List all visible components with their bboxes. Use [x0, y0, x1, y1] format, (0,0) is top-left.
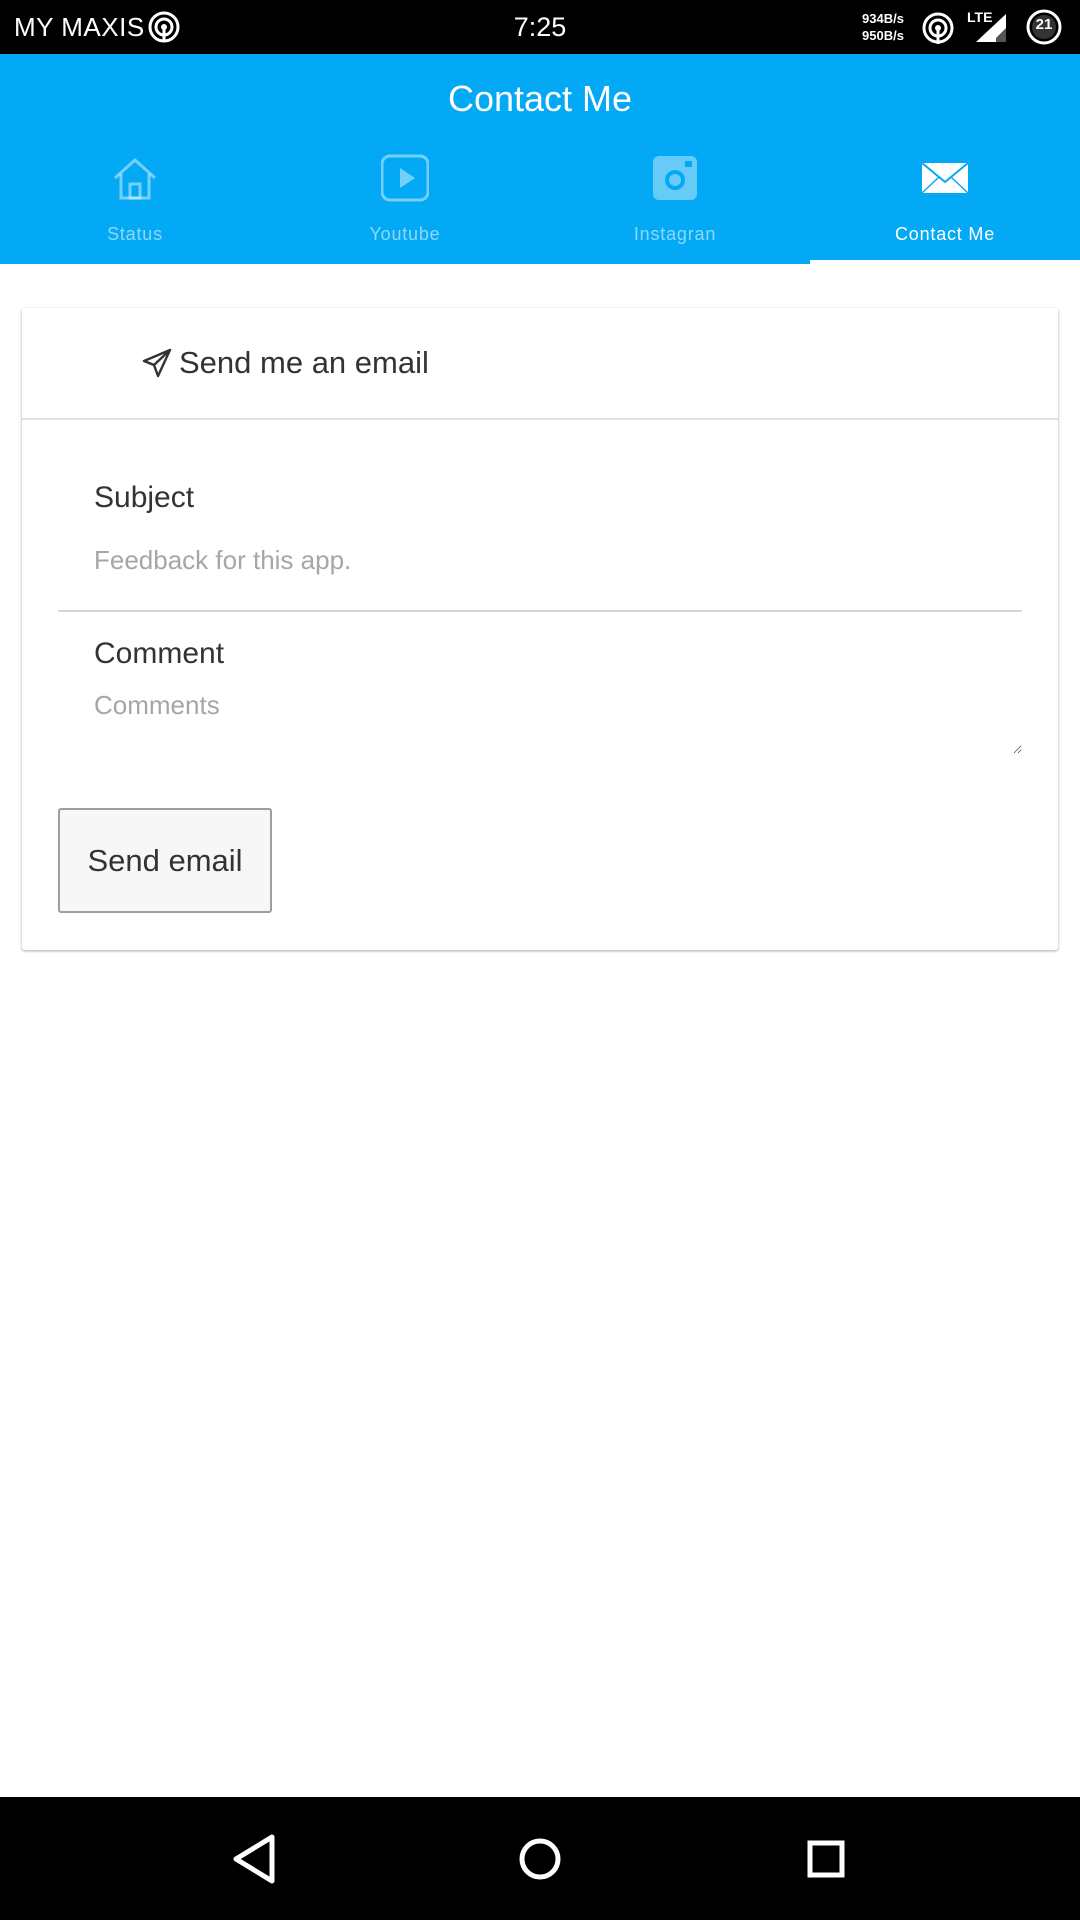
tab-contact-me[interactable]: Contact Me	[810, 154, 1080, 264]
tab-label: Instagran	[633, 224, 717, 244]
network-type: LTE	[967, 9, 993, 25]
active-tab-indicator	[810, 260, 1080, 264]
navigation-bar	[0, 1797, 1080, 1920]
card-header: Send me an email	[22, 308, 1058, 420]
tab-label: Youtube	[369, 224, 441, 244]
tab-status[interactable]: Status	[0, 154, 270, 264]
battery-level: 21	[1035, 16, 1053, 33]
tab-label: Status	[107, 224, 163, 244]
tab-instagram[interactable]: Instagran	[540, 154, 810, 264]
speed-up: 934B/s	[862, 11, 904, 26]
comment-input[interactable]	[58, 684, 1022, 754]
home-icon[interactable]	[508, 1827, 572, 1891]
home-icon	[113, 157, 157, 200]
email-card: Send me an email Subject Comment Send em…	[22, 308, 1058, 950]
tab-bar: Status Youtube Instagran Contact Me	[0, 154, 1080, 264]
subject-input[interactable]	[58, 530, 1022, 612]
send-email-button[interactable]: Send email	[58, 808, 272, 913]
paper-plane-icon	[142, 348, 172, 378]
hotspot-icon	[922, 12, 954, 44]
back-icon[interactable]	[222, 1827, 286, 1891]
tab-label: Contact Me	[894, 224, 996, 244]
play-icon	[381, 154, 429, 202]
comment-label: Comment	[94, 637, 225, 670]
subject-label: Subject	[94, 481, 195, 514]
network-speed: 934B/s 950B/s	[862, 10, 904, 44]
recents-icon[interactable]	[794, 1827, 858, 1891]
page-title: Contact Me	[447, 78, 633, 119]
clock: 7:25	[513, 12, 567, 42]
speed-down: 950B/s	[862, 28, 904, 43]
camera-icon	[653, 156, 697, 200]
app-header: Contact Me Status Youtube Instagran Cont…	[0, 54, 1080, 264]
tab-youtube[interactable]: Youtube	[270, 154, 540, 264]
envelope-icon	[921, 162, 969, 194]
status-bar: MY MAXIS 7:25 934B/s 950B/s LTE 21	[0, 0, 1080, 54]
card-title: Send me an email	[179, 345, 429, 380]
